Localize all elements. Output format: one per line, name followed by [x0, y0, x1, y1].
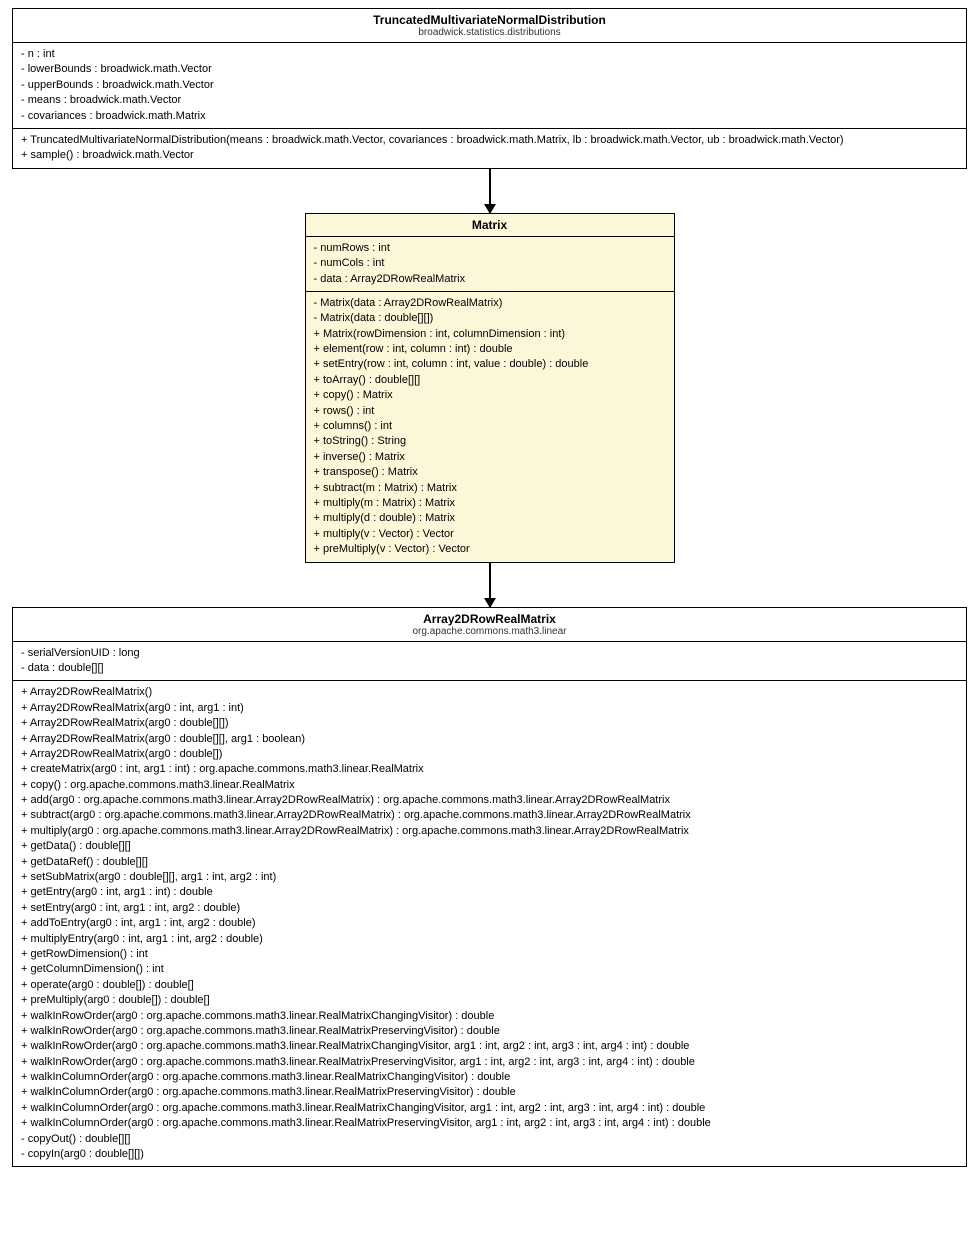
class-truncated-multivariate-normal: TruncatedMultivariateNormalDistribution … — [12, 8, 967, 169]
member-line: + getRowDimension() : int — [21, 947, 958, 962]
member-line: + walkInColumnOrder(arg0 : org.apache.co… — [21, 1116, 958, 1131]
member-line: - numRows : int — [314, 241, 666, 256]
arrow-head-icon — [484, 598, 496, 608]
member-line: + walkInRowOrder(arg0 : org.apache.commo… — [21, 1039, 958, 1054]
class-package: broadwick.statistics.distributions — [21, 27, 958, 38]
member-line: + subtract(arg0 : org.apache.commons.mat… — [21, 808, 958, 823]
member-line: + subtract(m : Matrix) : Matrix — [314, 481, 666, 496]
member-line: + copy() : org.apache.commons.math3.line… — [21, 778, 958, 793]
member-line: + createMatrix(arg0 : int, arg1 : int) :… — [21, 762, 958, 777]
member-line: + Array2DRowRealMatrix(arg0 : double[][]… — [21, 716, 958, 731]
member-line: + Array2DRowRealMatrix(arg0 : double[][]… — [21, 732, 958, 747]
member-line: - lowerBounds : broadwick.math.Vector — [21, 62, 958, 77]
class-attributes: - serialVersionUID : long- data : double… — [13, 641, 966, 681]
member-line: + rows() : int — [314, 404, 666, 419]
member-line: + walkInRowOrder(arg0 : org.apache.commo… — [21, 1024, 958, 1039]
member-line: - data : double[][] — [21, 661, 958, 676]
class-attributes: - n : int- lowerBounds : broadwick.math.… — [13, 42, 966, 128]
class-array2drowrealmatrix: Array2DRowRealMatrix org.apache.commons.… — [12, 607, 967, 1168]
member-line: + transpose() : Matrix — [314, 465, 666, 480]
arrow-head-icon — [484, 204, 496, 214]
dependency-arrow-2 — [0, 563, 979, 607]
member-line: + multiply(arg0 : org.apache.commons.mat… — [21, 824, 958, 839]
member-line: + multiplyEntry(arg0 : int, arg1 : int, … — [21, 932, 958, 947]
member-line: + multiply(d : double) : Matrix — [314, 511, 666, 526]
member-line: + Matrix(rowDimension : int, columnDimen… — [314, 327, 666, 342]
member-line: - data : Array2DRowRealMatrix — [314, 272, 666, 287]
member-line: + sample() : broadwick.math.Vector — [21, 148, 958, 163]
member-line: + copy() : Matrix — [314, 388, 666, 403]
member-line: + operate(arg0 : double[]) : double[] — [21, 978, 958, 993]
member-line: + Array2DRowRealMatrix(arg0 : double[]) — [21, 747, 958, 762]
member-line: + walkInRowOrder(arg0 : org.apache.commo… — [21, 1055, 958, 1070]
member-line: + getColumnDimension() : int — [21, 962, 958, 977]
member-line: + toArray() : double[][] — [314, 373, 666, 388]
class-title: TruncatedMultivariateNormalDistribution — [21, 13, 958, 27]
member-line: - copyOut() : double[][] — [21, 1132, 958, 1147]
member-line: + inverse() : Matrix — [314, 450, 666, 465]
member-line: - numCols : int — [314, 256, 666, 271]
member-line: + walkInRowOrder(arg0 : org.apache.commo… — [21, 1009, 958, 1024]
class-matrix: Matrix - numRows : int- numCols : int- d… — [305, 213, 675, 563]
member-line: - Matrix(data : double[][]) — [314, 311, 666, 326]
member-line: + preMultiply(v : Vector) : Vector — [314, 542, 666, 557]
member-line: - Matrix(data : Array2DRowRealMatrix) — [314, 296, 666, 311]
dependency-arrow-1 — [0, 169, 979, 213]
class-operations: + Array2DRowRealMatrix()+ Array2DRowReal… — [13, 680, 966, 1166]
class-title: Array2DRowRealMatrix — [21, 612, 958, 626]
member-line: + element(row : int, column : int) : dou… — [314, 342, 666, 357]
member-line: + setEntry(row : int, column : int, valu… — [314, 357, 666, 372]
member-line: + getDataRef() : double[][] — [21, 855, 958, 870]
member-line: - copyIn(arg0 : double[][]) — [21, 1147, 958, 1162]
member-line: + TruncatedMultivariateNormalDistributio… — [21, 133, 958, 148]
member-line: + walkInColumnOrder(arg0 : org.apache.co… — [21, 1085, 958, 1100]
member-line: + setEntry(arg0 : int, arg1 : int, arg2 … — [21, 901, 958, 916]
member-line: + preMultiply(arg0 : double[]) : double[… — [21, 993, 958, 1008]
member-line: + Array2DRowRealMatrix() — [21, 685, 958, 700]
member-line: - means : broadwick.math.Vector — [21, 93, 958, 108]
member-line: + add(arg0 : org.apache.commons.math3.li… — [21, 793, 958, 808]
member-line: - n : int — [21, 47, 958, 62]
member-line: + addToEntry(arg0 : int, arg1 : int, arg… — [21, 916, 958, 931]
class-operations: - Matrix(data : Array2DRowRealMatrix)- M… — [306, 291, 674, 562]
class-package: org.apache.commons.math3.linear — [21, 626, 958, 637]
class-operations: + TruncatedMultivariateNormalDistributio… — [13, 128, 966, 168]
class-title: Matrix — [314, 218, 666, 232]
member-line: + toString() : String — [314, 434, 666, 449]
member-line: + multiply(m : Matrix) : Matrix — [314, 496, 666, 511]
member-line: + columns() : int — [314, 419, 666, 434]
member-line: + walkInColumnOrder(arg0 : org.apache.co… — [21, 1101, 958, 1116]
member-line: + setSubMatrix(arg0 : double[][], arg1 :… — [21, 870, 958, 885]
class-attributes: - numRows : int- numCols : int- data : A… — [306, 236, 674, 291]
member-line: + getData() : double[][] — [21, 839, 958, 854]
member-line: - serialVersionUID : long — [21, 646, 958, 661]
member-line: + Array2DRowRealMatrix(arg0 : int, arg1 … — [21, 701, 958, 716]
member-line: + walkInColumnOrder(arg0 : org.apache.co… — [21, 1070, 958, 1085]
member-line: - covariances : broadwick.math.Matrix — [21, 109, 958, 124]
uml-diagram: TruncatedMultivariateNormalDistribution … — [0, 0, 979, 1187]
member-line: - upperBounds : broadwick.math.Vector — [21, 78, 958, 93]
member-line: + multiply(v : Vector) : Vector — [314, 527, 666, 542]
member-line: + getEntry(arg0 : int, arg1 : int) : dou… — [21, 885, 958, 900]
